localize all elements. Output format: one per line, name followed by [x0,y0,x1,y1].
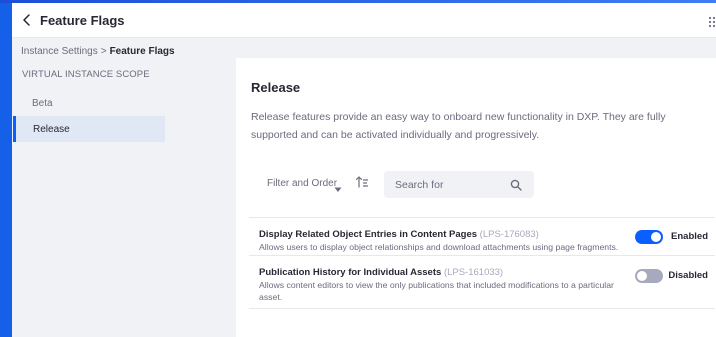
page-title: Feature Flags [40,13,125,28]
page-header: Feature Flags [12,3,716,38]
flag-name: Display Related Object Entries in Conten… [259,229,478,240]
list-item: Publication History for Individual Asset… [249,256,715,309]
breadcrumb-separator: > [100,46,107,57]
section-description: Release features provide an easy way to … [251,111,666,141]
toggle-knob [651,232,661,242]
app-frame: Feature Flags Instance Settings > Feature … [12,3,716,337]
flag-description: Allows content editors to view the only … [259,280,614,302]
flag-code: (LPS-176083) [479,229,539,240]
sidebar-item-release[interactable]: Release [13,116,165,142]
sidebar-item-label: Release [33,124,70,135]
sidebar-scope-heading: VIRTUAL INSTANCE SCOPE [22,69,150,80]
sidebar-item-beta[interactable]: Beta [13,90,165,116]
flag-description: Allows users to display object relations… [259,242,619,252]
flag-status-label: Enabled [671,231,708,242]
sidebar-item-label: Beta [32,98,53,109]
breadcrumb-current: Feature Flags [109,46,175,57]
search-box [384,171,534,198]
search-icon[interactable] [510,178,522,191]
release-panel: Release Release features provide an easy… [236,58,716,337]
left-accent-bar [0,3,12,337]
search-input[interactable] [384,171,508,198]
toggle-knob [637,271,647,281]
section-title: Release [251,80,301,95]
sort-order-icon[interactable] [355,175,369,189]
feature-flag-list: Display Related Object Entries in Conten… [249,217,715,309]
app-grid-icon[interactable] [708,15,716,28]
flag-code: (LPS-161033) [443,267,504,278]
flag-status-label: Disabled [668,270,708,281]
flag-name: Publication History for Individual Asset… [259,267,442,278]
caret-down-icon[interactable] [334,180,342,192]
flag-toggle[interactable] [635,269,663,283]
breadcrumb: Instance Settings > Feature Flags [21,46,175,57]
flag-toggle[interactable] [635,230,663,244]
filter-and-order-button[interactable]: Filter and Order [267,178,337,189]
list-item: Display Related Object Entries in Conten… [249,218,715,256]
breadcrumb-link-instance-settings[interactable]: Instance Settings [21,46,98,57]
chevron-left-icon[interactable] [20,12,34,28]
